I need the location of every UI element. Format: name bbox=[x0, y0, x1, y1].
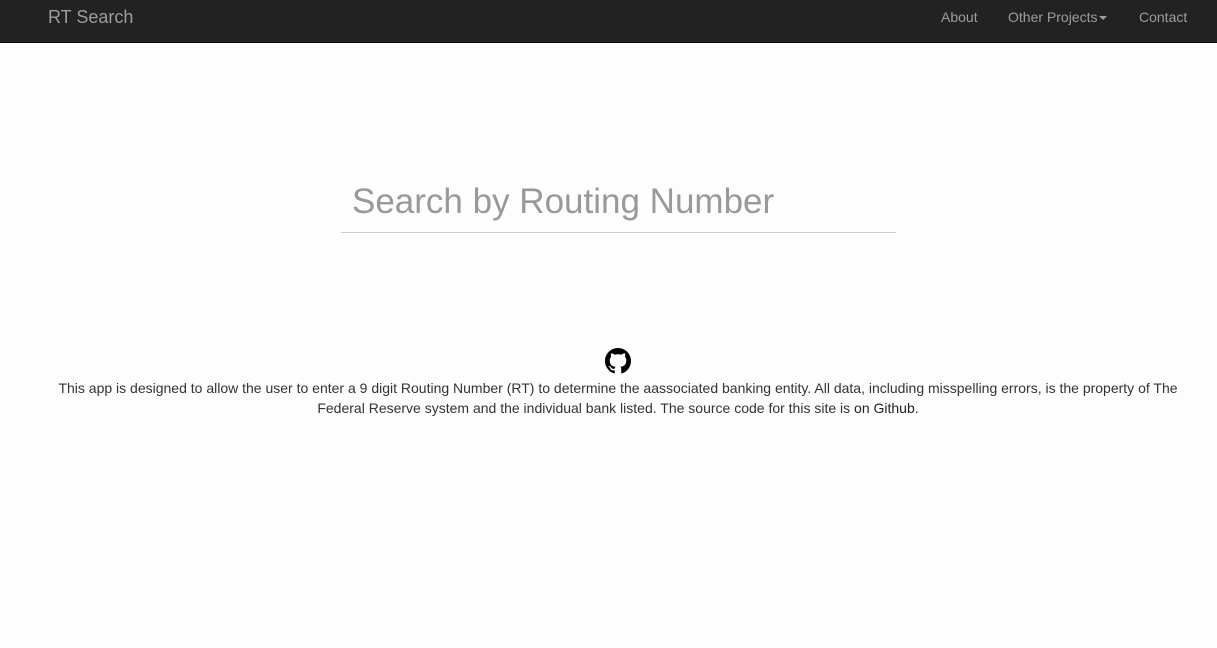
footer-info: This app is designed to allow the user t… bbox=[50, 348, 1186, 418]
github-icon[interactable] bbox=[605, 348, 631, 374]
brand-link[interactable]: RT Search bbox=[48, 8, 133, 26]
nav-contact-link[interactable]: Contact bbox=[1139, 10, 1187, 24]
nav-other-projects-dropdown[interactable]: Other Projects bbox=[1008, 9, 1108, 25]
footer-text: This app is designed to allow the user t… bbox=[58, 380, 1178, 416]
footer-description: This app is designed to allow the user t… bbox=[50, 378, 1186, 418]
nav-other-projects-label: Other Projects bbox=[1008, 9, 1098, 25]
search-container bbox=[341, 172, 896, 233]
nav-about-link[interactable]: About bbox=[941, 10, 978, 24]
caret-down-icon bbox=[1099, 16, 1108, 21]
routing-number-search-input[interactable] bbox=[341, 172, 896, 232]
top-navbar: RT Search About Other Projects Contact bbox=[0, 0, 1217, 43]
footer-suffix: . bbox=[914, 400, 919, 416]
github-link[interactable]: on Github bbox=[854, 400, 915, 416]
